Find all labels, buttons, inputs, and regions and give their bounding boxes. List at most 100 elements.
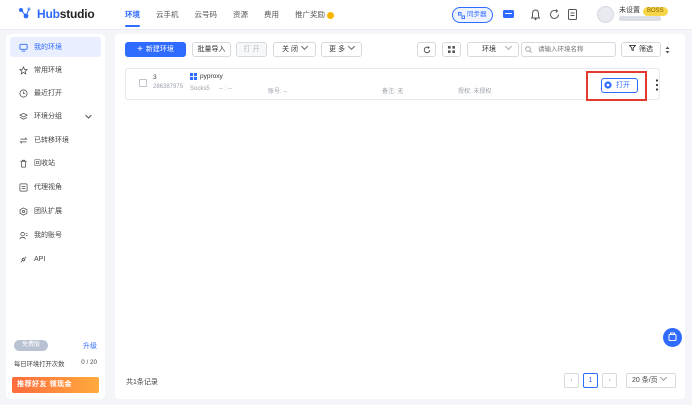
new-env-label: 新建环境 bbox=[145, 46, 174, 53]
bell-icon[interactable] bbox=[529, 8, 542, 21]
document-icon[interactable] bbox=[566, 8, 579, 21]
sidebar-item-label: 最近打开 bbox=[34, 90, 62, 97]
chevron-down-icon bbox=[85, 114, 92, 119]
api-icon bbox=[20, 256, 27, 262]
sidebar-item-team[interactable]: 团队扩展 bbox=[10, 201, 101, 221]
env-field-select[interactable]: 环境 bbox=[467, 42, 519, 57]
transfer-icon bbox=[19, 136, 28, 144]
close-dropdown[interactable]: 关 闭 bbox=[273, 42, 316, 57]
open-button[interactable]: 打 开 bbox=[236, 42, 267, 57]
boss-badge: BOSS bbox=[643, 7, 668, 16]
layers-icon bbox=[19, 112, 28, 120]
main-nav: 环境 云手机 云号码 资源 费用 推广奖励 bbox=[117, 0, 342, 30]
sidebar-item-api[interactable]: API bbox=[10, 249, 101, 269]
sidebar-item-frequent[interactable]: 常用环境 bbox=[10, 60, 101, 80]
page-size-select[interactable]: 20 条/页 bbox=[626, 373, 676, 388]
account-field: 账号: -- bbox=[268, 89, 288, 95]
env-name[interactable]: pyproxy bbox=[200, 73, 223, 80]
total-records: 共1条记录 bbox=[126, 379, 158, 386]
env-select-label: 环境 bbox=[482, 46, 496, 53]
sidebar-item-label: 我的环境 bbox=[34, 44, 62, 51]
sidebar-item-account[interactable]: 我的账号 bbox=[10, 225, 101, 245]
note-field: 备注: 无 bbox=[382, 89, 404, 95]
auth-field: 授权: 未授权 bbox=[458, 89, 492, 95]
nav-referral-label: 推广奖励 bbox=[295, 10, 325, 19]
filter-button[interactable]: 筛选 bbox=[621, 42, 661, 57]
sync-icon bbox=[458, 11, 465, 19]
trash-icon bbox=[20, 159, 27, 167]
star-icon bbox=[19, 65, 28, 75]
sidebar-item-label: 环境分组 bbox=[34, 113, 62, 120]
sidebar-item-label: 已转移环境 bbox=[34, 137, 69, 144]
support-icon bbox=[668, 332, 677, 341]
nav-referral[interactable]: 推广奖励 bbox=[287, 0, 342, 30]
upgrade-link[interactable]: 升级 bbox=[83, 341, 97, 351]
sync-button[interactable]: 同步器 bbox=[452, 7, 493, 23]
grid-view-button[interactable] bbox=[442, 42, 461, 57]
sidebar-item-label: 团队扩展 bbox=[34, 208, 62, 215]
brand-name: Hubstudio bbox=[37, 7, 95, 21]
monitor-icon bbox=[19, 43, 28, 52]
proxy-address: -- : -- bbox=[219, 86, 232, 92]
batch-import-button[interactable]: 批量导入 bbox=[192, 42, 231, 57]
sidebar-item-groups[interactable]: 环境分组 bbox=[10, 106, 101, 126]
prev-page-button[interactable]: ‹ bbox=[564, 373, 579, 388]
sidebar-item-proxy-view[interactable]: 代理视角 bbox=[10, 177, 101, 197]
search-icon bbox=[525, 46, 532, 53]
floating-help-button[interactable] bbox=[663, 328, 682, 347]
row-checkbox[interactable] bbox=[139, 79, 147, 87]
sidebar-item-my-env[interactable]: 我的环境 bbox=[10, 37, 101, 57]
page-size-label: 20 条/页 bbox=[632, 377, 658, 384]
sidebar: 我的环境 常用环境 最近打开 环境分组 已转移环境 回收站 代理视角 团队扩展 … bbox=[6, 34, 105, 399]
chevron-down-icon bbox=[300, 42, 309, 51]
row-index: 3 bbox=[153, 74, 157, 81]
team-icon bbox=[19, 206, 28, 216]
sidebar-item-transferred[interactable]: 已转移环境 bbox=[10, 130, 101, 150]
grid-icon bbox=[448, 46, 455, 53]
sidebar-item-label: API bbox=[34, 255, 46, 263]
close-label: 关 闭 bbox=[282, 46, 298, 53]
refresh-button[interactable] bbox=[417, 42, 436, 57]
coin-icon bbox=[327, 11, 334, 19]
main-panel: +新建环境 批量导入 打 开 关 闭 更 多 环境 筛选 3 286387975… bbox=[115, 34, 685, 399]
chevron-down-icon bbox=[659, 373, 667, 382]
filter-icon bbox=[628, 45, 637, 52]
more-dropdown[interactable]: 更 多 bbox=[321, 42, 362, 57]
refresh-icon bbox=[423, 46, 430, 54]
table-row[interactable]: 3 286387975 pyproxy Socks5 -- : -- 账号: -… bbox=[125, 68, 660, 101]
sidebar-item-recent[interactable]: 最近打开 bbox=[10, 83, 101, 103]
avatar[interactable] bbox=[597, 6, 614, 23]
referral-banner[interactable]: 推荐好友 领现金 bbox=[12, 377, 99, 393]
logo-mark-icon bbox=[19, 7, 31, 19]
sidebar-item-label: 我的账号 bbox=[34, 232, 62, 239]
plus-icon: + bbox=[137, 44, 143, 55]
chevron-down-icon bbox=[504, 42, 513, 51]
more-label: 更 多 bbox=[329, 46, 345, 53]
chrome-icon bbox=[604, 81, 612, 89]
nav-resources[interactable]: 资源 bbox=[225, 0, 256, 30]
page-number[interactable]: 1 bbox=[583, 373, 598, 388]
proxy-type: Socks5 bbox=[190, 86, 210, 92]
search-input[interactable] bbox=[521, 42, 616, 57]
more-vertical-icon[interactable] bbox=[655, 78, 659, 92]
filter-label: 筛选 bbox=[639, 46, 653, 53]
user-info[interactable]: 未设置 BOSS bbox=[619, 5, 668, 16]
chat-icon[interactable] bbox=[502, 8, 515, 21]
plan-tag: 免费版 bbox=[14, 340, 48, 351]
windows-icon bbox=[190, 73, 197, 80]
user-icon bbox=[19, 231, 28, 239]
refresh-icon[interactable] bbox=[548, 8, 561, 21]
nav-environment[interactable]: 环境 bbox=[117, 0, 148, 30]
daily-open-label: 每日环境打开次数 bbox=[14, 361, 65, 368]
sidebar-item-trash[interactable]: 回收站 bbox=[10, 153, 101, 173]
proxy-icon bbox=[19, 183, 28, 191]
nav-cloud-phone[interactable]: 云手机 bbox=[148, 0, 187, 30]
next-page-button[interactable]: › bbox=[602, 373, 617, 388]
row-id: 286387975 bbox=[153, 84, 184, 90]
logo[interactable]: Hubstudio bbox=[18, 7, 95, 21]
sort-icon[interactable] bbox=[665, 46, 670, 54]
new-env-button[interactable]: + 新建环境 bbox=[125, 42, 186, 57]
nav-cloud-number[interactable]: 云号码 bbox=[187, 0, 226, 30]
sync-label: 同步器 bbox=[467, 11, 487, 18]
nav-billing[interactable]: 费用 bbox=[256, 0, 287, 30]
